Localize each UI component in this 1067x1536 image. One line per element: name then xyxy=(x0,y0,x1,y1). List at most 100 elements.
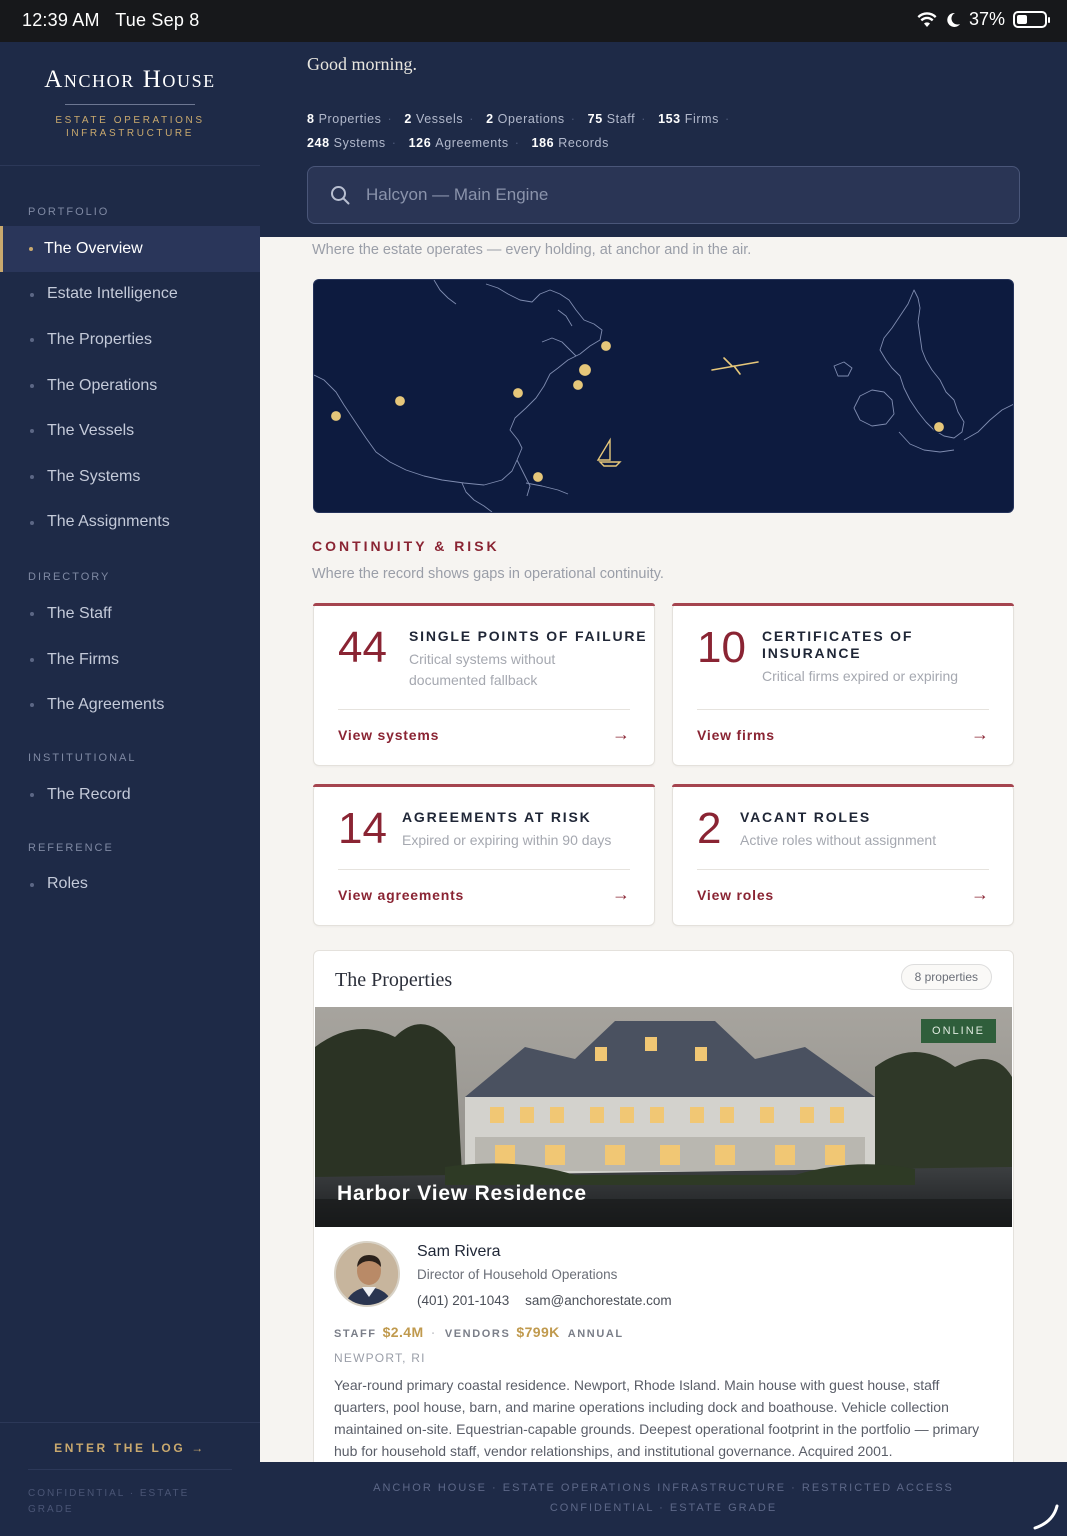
sidebar-item-firms[interactable]: The Firms xyxy=(0,637,260,683)
map-svg xyxy=(314,280,1013,512)
jet-icon xyxy=(711,357,759,375)
map-marker xyxy=(329,409,343,423)
properties-count-badge: 8 properties xyxy=(900,964,992,990)
battery-icon xyxy=(1013,11,1050,28)
stat-vessels[interactable]: 2 Vessels xyxy=(404,108,463,132)
brand-name: Anchor House xyxy=(44,66,216,93)
view-roles-link[interactable]: View roles xyxy=(697,887,774,903)
continuity-subtitle: Where the record shows gaps in operation… xyxy=(312,566,664,582)
risk-count: 2 xyxy=(697,804,722,853)
search-input[interactable] xyxy=(366,167,996,223)
view-firms-link[interactable]: View firms xyxy=(697,727,775,743)
sidebar-item-staff[interactable]: The Staff xyxy=(0,591,260,637)
footer-line-2: CONFIDENTIAL · ESTATE GRADE xyxy=(549,1502,778,1514)
budget-line: STAFF $2.4M · VENDORS $799K ANNUAL xyxy=(334,1324,624,1340)
sailboat-icon xyxy=(596,437,622,467)
sidebar-item-overview[interactable]: The Overview xyxy=(0,226,260,272)
property-name: Harbor View Residence xyxy=(337,1182,587,1205)
search-box[interactable] xyxy=(307,166,1020,224)
map-subtitle: Where the estate operates — every holdin… xyxy=(312,242,752,258)
arrow-right-icon[interactable]: → xyxy=(612,884,630,905)
stat-firms[interactable]: 153 Firms xyxy=(658,108,719,132)
risk-card-vacant-roles: 2 VACANT ROLES Active roles without assi… xyxy=(672,784,1014,926)
map-marker xyxy=(599,339,613,353)
home-indicator-icon xyxy=(1033,1504,1059,1530)
status-time: 12:39 AM Tue Sep 8 xyxy=(22,10,200,30)
footer: ANCHOR HOUSE · ESTATE OPERATIONS INFRAST… xyxy=(260,1462,1067,1536)
view-systems-link[interactable]: View systems xyxy=(338,727,439,743)
enter-log-link[interactable]: ENTER THE LOG → xyxy=(0,1441,260,1455)
section-portfolio: PORTFOLIO xyxy=(28,206,110,218)
status-bar: 12:39 AM Tue Sep 8 37% xyxy=(0,0,1067,42)
risk-desc: Critical firms expired or expiring xyxy=(762,668,959,684)
vendors-budget: $799K xyxy=(516,1324,560,1340)
risk-count: 14 xyxy=(338,804,387,853)
sidebar-item-operations[interactable]: The Operations xyxy=(0,363,260,409)
property-hero-image[interactable]: ONLINE Harbor View Residence xyxy=(315,1007,1012,1227)
stat-properties[interactable]: 8 Properties xyxy=(307,108,382,132)
section-reference: REFERENCE xyxy=(28,841,114,854)
sidebar-item-vessels[interactable]: The Vessels xyxy=(0,408,260,454)
property-description: Year-round primary coastal residence. Ne… xyxy=(334,1377,980,1459)
risk-title: VACANT ROLES xyxy=(740,809,872,825)
stat-systems[interactable]: 248 Systems xyxy=(307,132,386,156)
risk-desc: Expired or expiring within 90 days xyxy=(402,832,612,848)
stat-staff[interactable]: 75 Staff xyxy=(588,108,636,132)
sidebar-item-roles[interactable]: Roles xyxy=(0,862,260,908)
contact-phone[interactable]: (401) 201-1043 xyxy=(417,1293,509,1308)
risk-title: AGREEMENTS AT RISK xyxy=(402,809,592,825)
map-marker xyxy=(393,394,407,408)
sidebar-item-properties[interactable]: The Properties xyxy=(0,317,260,363)
properties-panel: The Properties 8 properties ONLINE Harbo… xyxy=(313,950,1014,1470)
stats-line: 8 Properties · 2 Vessels · 2 Operations · 75 St… xyxy=(307,108,1047,155)
moon-icon xyxy=(947,12,960,27)
risk-desc: Active roles without assignment xyxy=(740,832,937,848)
map-marker xyxy=(571,378,585,392)
footer-line-1: ANCHOR HOUSE · ESTATE OPERATIONS INFRAST… xyxy=(373,1482,954,1494)
section-institutional: INSTITUTIONAL xyxy=(28,751,137,764)
stat-records[interactable]: 186 Records xyxy=(532,132,609,156)
header: Good morning. 8 Properties · 2 Vessels · 2 Op… xyxy=(260,42,1067,237)
map-marker xyxy=(577,362,593,378)
risk-title: CERTIFICATES OF INSURANCE xyxy=(762,628,914,661)
search-icon xyxy=(331,186,350,205)
contact-email[interactable]: sam@anchorestate.com xyxy=(525,1293,672,1308)
avatar-portrait xyxy=(336,1243,398,1305)
risk-card-agreements: 14 AGREEMENTS AT RISK Expired or expirin… xyxy=(313,784,655,926)
sidebar-item-record[interactable]: The Record xyxy=(0,772,260,818)
risk-count: 44 xyxy=(338,623,387,672)
greeting: Good morning. xyxy=(307,54,417,74)
sidebar-item-agreements[interactable]: The Agreements xyxy=(0,682,260,728)
brand-rule xyxy=(65,104,195,105)
brand: Anchor House ESTATE OPERATIONS INFRASTRU… xyxy=(0,42,260,166)
map-marker xyxy=(932,420,946,434)
section-directory: DIRECTORY xyxy=(28,571,111,584)
sidebar-footer: ENTER THE LOG → CONFIDENTIAL · ESTATE GR… xyxy=(0,1422,260,1536)
risk-count: 10 xyxy=(697,623,746,672)
sidebar: Anchor House ESTATE OPERATIONS INFRASTRU… xyxy=(0,42,260,1536)
arrow-right-icon[interactable]: → xyxy=(612,724,630,745)
map-marker xyxy=(511,386,525,400)
avatar xyxy=(334,1241,400,1307)
risk-card-spof: 44 SINGLE POINTS OF FAILURE Critical sys… xyxy=(313,603,655,766)
arrow-right-icon[interactable]: → xyxy=(971,724,989,745)
sidebar-item-estate-intelligence[interactable]: Estate Intelligence xyxy=(0,272,260,318)
map-marker xyxy=(531,470,545,484)
property-location: NEWPORT, RI xyxy=(334,1351,426,1365)
sidebar-item-systems[interactable]: The Systems xyxy=(0,454,260,500)
contact-name: Sam Rivera xyxy=(417,1243,501,1260)
stat-agreements[interactable]: 126 Agreements xyxy=(409,132,509,156)
risk-title: SINGLE POINTS OF FAILURE xyxy=(409,628,648,644)
view-agreements-link[interactable]: View agreements xyxy=(338,887,464,903)
continuity-title: CONTINUITY & RISK xyxy=(312,538,500,554)
risk-desc: Critical systems without documented fall… xyxy=(409,651,556,688)
brand-tagline: ESTATE OPERATIONS INFRASTRUCTURE xyxy=(55,115,205,139)
battery-percent: 37% xyxy=(968,9,1005,29)
stat-operations[interactable]: 2 Operations xyxy=(486,108,565,132)
arrow-right-icon[interactable]: → xyxy=(971,884,989,905)
status-badge-online: ONLINE xyxy=(921,1019,996,1043)
contact-role: Director of Household Operations xyxy=(417,1267,618,1282)
sidebar-item-assignments[interactable]: The Assignments xyxy=(0,500,260,546)
world-map[interactable] xyxy=(313,279,1014,513)
sidebar-confidential: CONFIDENTIAL · ESTATE GRADE xyxy=(28,1488,190,1515)
